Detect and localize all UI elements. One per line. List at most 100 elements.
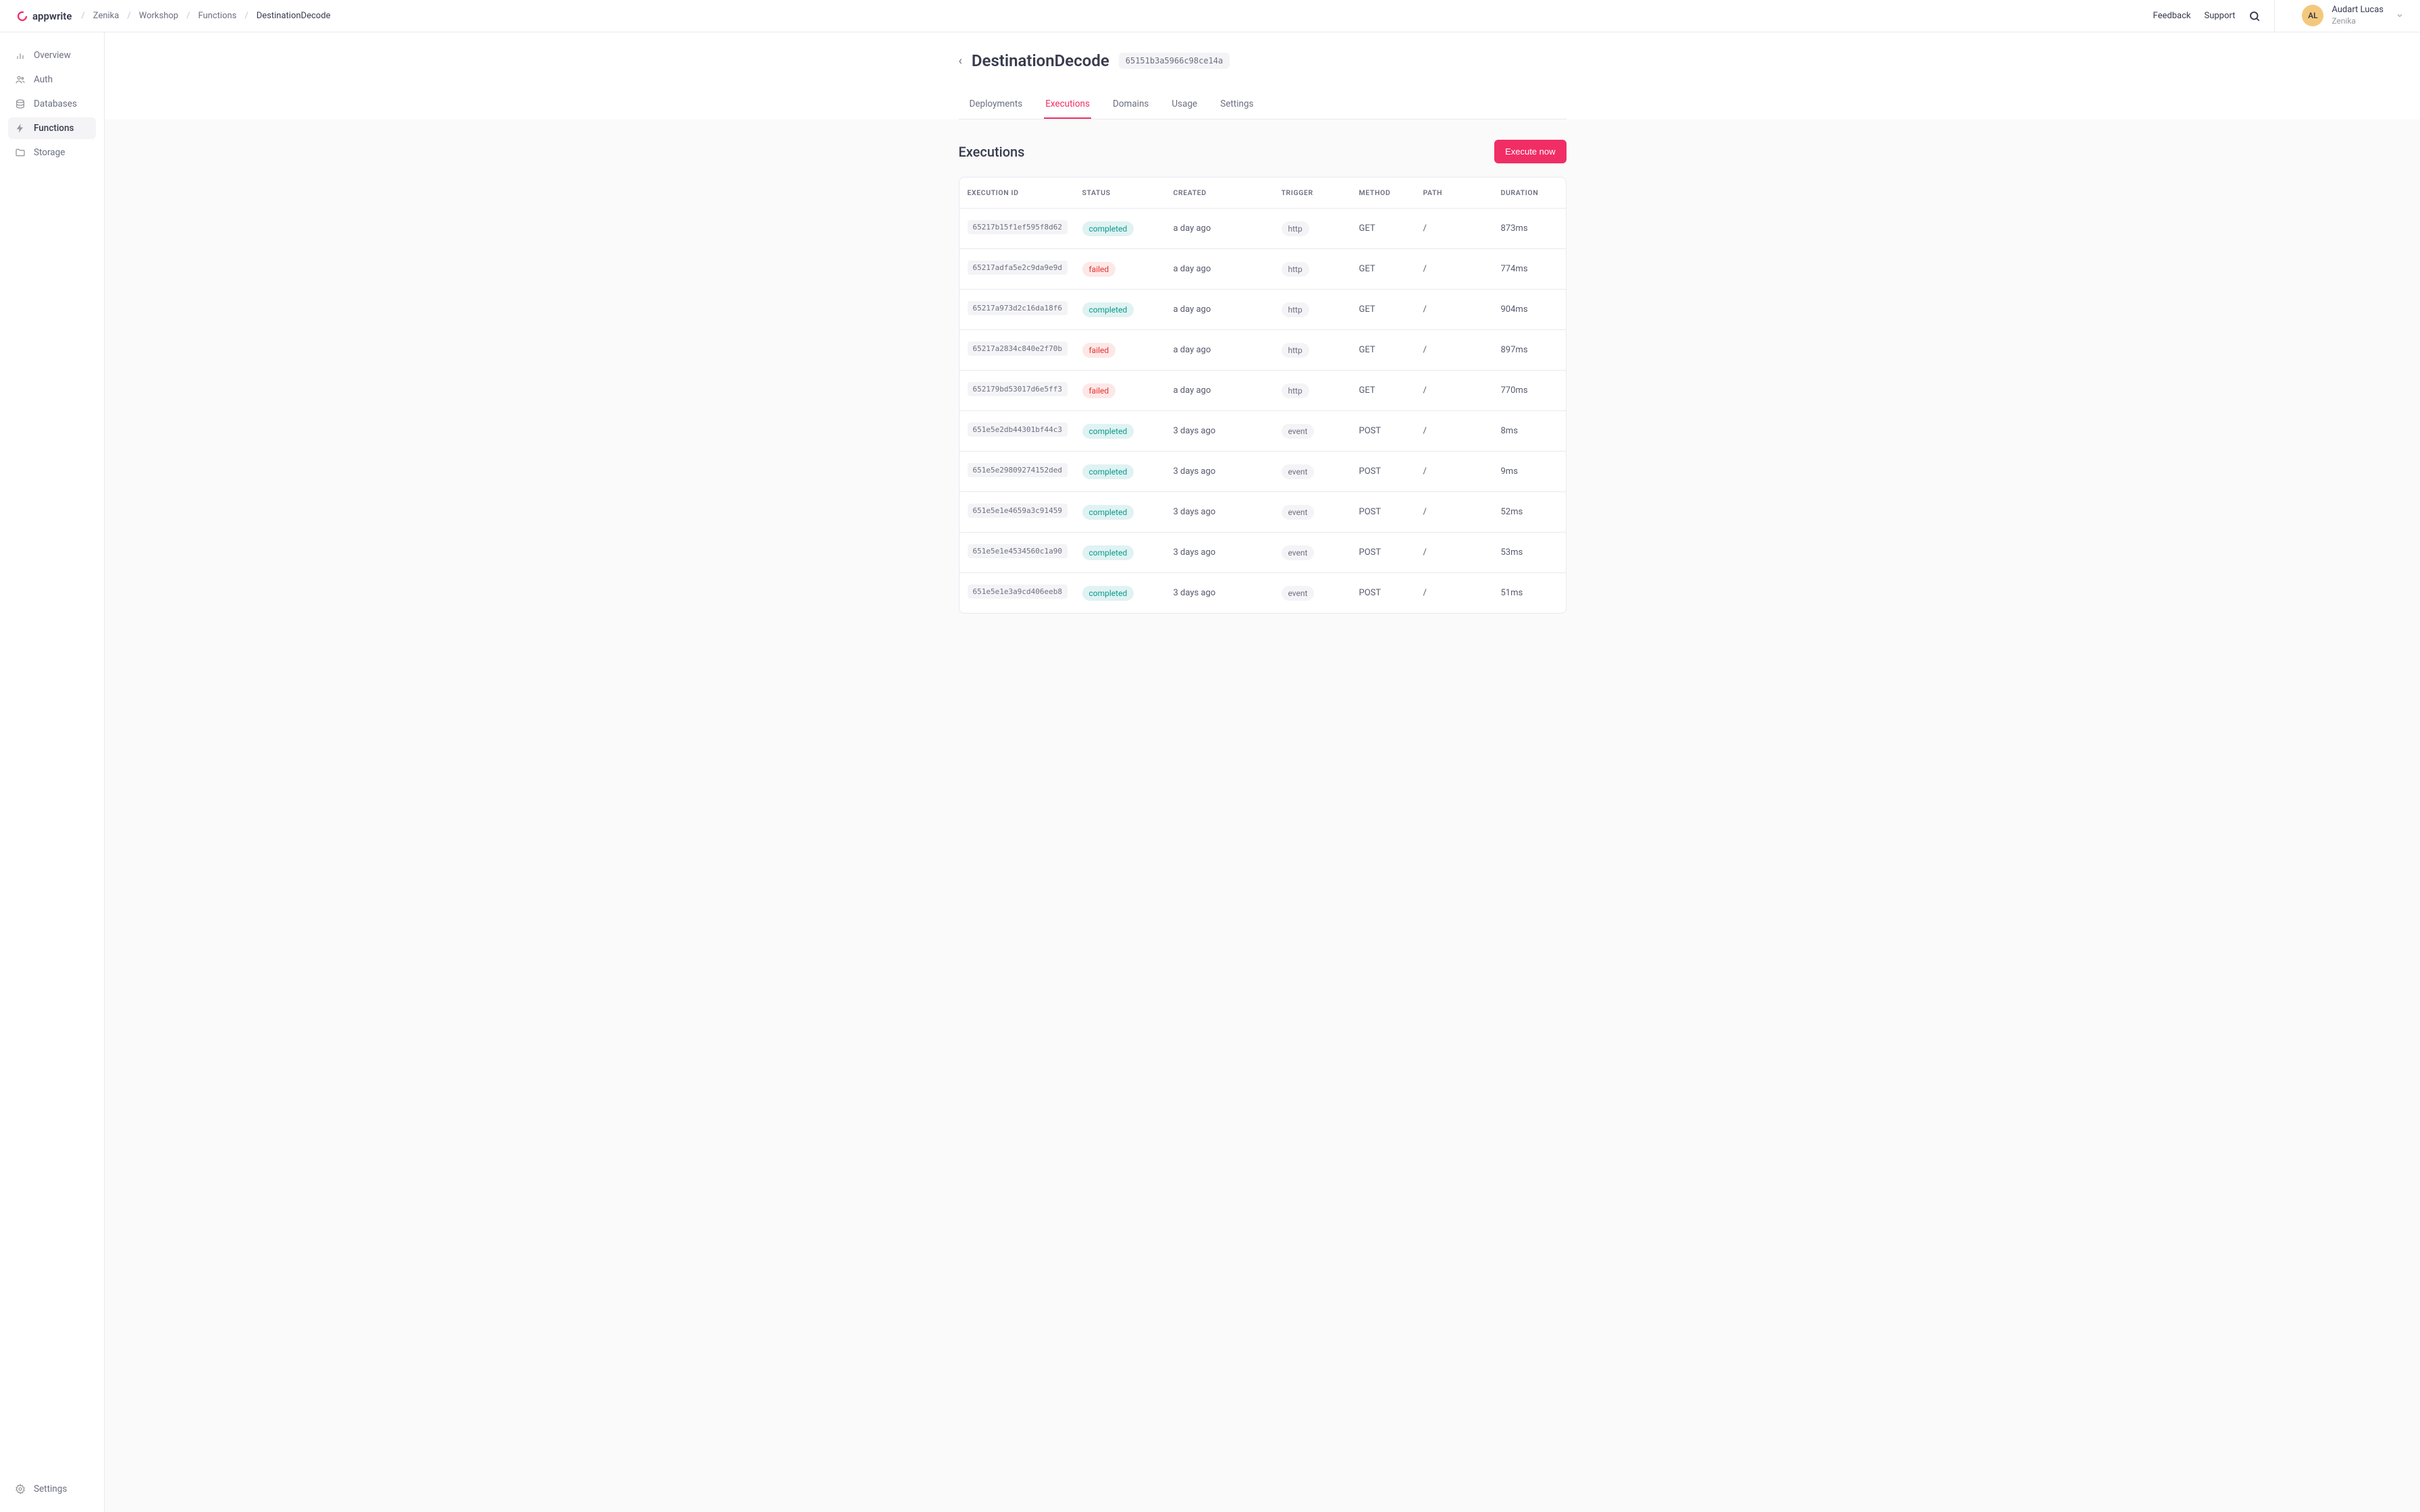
support-link[interactable]: Support: [2204, 11, 2235, 21]
table-row[interactable]: 651e5e29809274152dedcompleted3 days agoe…: [959, 452, 1566, 492]
table-row[interactable]: 651e5e2db44301bf44c3completed3 days agoe…: [959, 411, 1566, 452]
layout: Overview Auth Databases Functions Storage Se…: [0, 32, 2420, 1512]
lightning-icon: [15, 123, 26, 134]
path-cell: /: [1423, 507, 1501, 517]
tab-settings[interactable]: Settings: [1219, 90, 1255, 119]
breadcrumb-separator: /: [81, 11, 84, 21]
breadcrumb-item-functions[interactable]: Functions: [198, 11, 236, 21]
duration-cell: 774ms: [1501, 264, 1567, 274]
sidebar-item-label: Settings: [34, 1484, 67, 1494]
method-cell: GET: [1359, 345, 1423, 355]
execution-id[interactable]: 65217adfa5e2c9da9e9d: [968, 261, 1068, 275]
back-arrow-icon[interactable]: ‹: [959, 54, 962, 68]
header: appwrite /Zenika/Workshop/Functions/Dest…: [0, 0, 2420, 32]
execution-id[interactable]: 65217b15f1ef595f8d62: [968, 220, 1068, 234]
created-cell: 3 days ago: [1174, 507, 1282, 517]
execution-id[interactable]: 651e5e29809274152ded: [968, 463, 1068, 477]
status-badge: failed: [1082, 383, 1116, 398]
sidebar-item-label: Functions: [34, 123, 74, 134]
execution-id[interactable]: 651e5e1e3a9cd406eeb8: [968, 585, 1068, 599]
trigger-badge: http: [1282, 383, 1309, 398]
method-cell: POST: [1359, 547, 1423, 558]
breadcrumb-item-destinationdecode[interactable]: DestinationDecode: [257, 11, 331, 21]
execution-id[interactable]: 652179bd53017d6e5ff3: [968, 382, 1068, 396]
main-content: ‹ DestinationDecode 65151b3a5966c98ce14a…: [105, 32, 2420, 1512]
trigger-badge: http: [1282, 221, 1309, 236]
path-cell: /: [1423, 304, 1501, 315]
sidebar-item-databases[interactable]: Databases: [8, 93, 96, 115]
users-icon: [15, 74, 26, 85]
created-cell: a day ago: [1174, 304, 1282, 315]
status-badge: completed: [1082, 464, 1134, 479]
tab-deployments[interactable]: Deployments: [968, 90, 1024, 119]
function-id-badge[interactable]: 65151b3a5966c98ce14a: [1119, 53, 1230, 69]
table-row[interactable]: 65217a973d2c16da18f6completeda day agoht…: [959, 290, 1566, 330]
table-row[interactable]: 651e5e1e4659a3c91459completed3 days agoe…: [959, 492, 1566, 533]
content: Executions Execute now EXECUTION IDSTATU…: [959, 119, 1567, 634]
execution-id[interactable]: 651e5e1e4659a3c91459: [968, 504, 1068, 518]
search-icon[interactable]: [2248, 10, 2261, 22]
method-cell: GET: [1359, 385, 1423, 396]
tab-domains[interactable]: Domains: [1111, 90, 1150, 119]
logo[interactable]: appwrite: [16, 10, 72, 22]
trigger-badge: event: [1282, 464, 1315, 479]
table-row[interactable]: 651e5e1e4534560c1a90completed3 days agoe…: [959, 533, 1566, 573]
execution-id[interactable]: 65217a2834c840e2f70b: [968, 342, 1068, 356]
breadcrumb-item-workshop[interactable]: Workshop: [139, 11, 178, 21]
sidebar-item-functions[interactable]: Functions: [8, 117, 96, 139]
page-title: DestinationDecode: [972, 51, 1109, 70]
execution-id[interactable]: 65217a973d2c16da18f6: [968, 301, 1068, 315]
sidebar-items: Overview Auth Databases Functions Storage: [8, 45, 96, 1478]
page-title-row: ‹ DestinationDecode 65151b3a5966c98ce14a: [959, 51, 1567, 70]
trigger-badge: event: [1282, 586, 1315, 601]
user-name: Audart Lucas: [2332, 5, 2384, 16]
created-cell: 3 days ago: [1174, 547, 1282, 558]
tab-executions[interactable]: Executions: [1044, 90, 1091, 119]
column-header-duration: DURATION: [1501, 188, 1567, 197]
table-row[interactable]: 65217b15f1ef595f8d62completeda day agoht…: [959, 209, 1566, 249]
column-header-execution-id: EXECUTION ID: [968, 188, 1082, 197]
sidebar-item-storage[interactable]: Storage: [8, 142, 96, 163]
breadcrumb-separator: /: [244, 11, 248, 21]
execute-now-button[interactable]: Execute now: [1494, 140, 1566, 163]
tabs: Deployments Executions Domains Usage Setting…: [959, 90, 1567, 119]
execution-id[interactable]: 651e5e2db44301bf44c3: [968, 423, 1068, 437]
user-org: Zenika: [2332, 16, 2384, 27]
trigger-badge: http: [1282, 343, 1309, 358]
trigger-badge: http: [1282, 262, 1309, 277]
user-menu[interactable]: AL Audart Lucas Zenika: [2288, 5, 2404, 26]
logo-text: appwrite: [32, 10, 72, 22]
tab-usage[interactable]: Usage: [1170, 90, 1199, 119]
duration-cell: 9ms: [1501, 466, 1567, 477]
column-header-trigger: TRIGGER: [1282, 188, 1359, 197]
executions-table: EXECUTION IDSTATUSCREATEDTRIGGERMETHODPA…: [959, 177, 1567, 614]
feedback-link[interactable]: Feedback: [2153, 11, 2191, 21]
status-badge: completed: [1082, 302, 1134, 317]
sidebar-item-overview[interactable]: Overview: [8, 45, 96, 66]
table-row[interactable]: 652179bd53017d6e5ff3faileda day agohttpG…: [959, 371, 1566, 411]
method-cell: POST: [1359, 588, 1423, 598]
chevron-down-icon: [2396, 11, 2404, 20]
table-row[interactable]: 651e5e1e3a9cd406eeb8completed3 days agoe…: [959, 573, 1566, 613]
sidebar-bottom: Settings: [8, 1478, 96, 1500]
duration-cell: 52ms: [1501, 507, 1567, 517]
table-row[interactable]: 65217a2834c840e2f70bfaileda day agohttpG…: [959, 330, 1566, 371]
breadcrumb-item-zenika[interactable]: Zenika: [93, 11, 120, 21]
table-row[interactable]: 65217adfa5e2c9da9e9dfaileda day agohttpG…: [959, 249, 1566, 290]
sidebar-item-label: Databases: [34, 99, 77, 109]
sidebar-item-settings[interactable]: Settings: [8, 1478, 96, 1500]
duration-cell: 904ms: [1501, 304, 1567, 315]
sidebar-item-auth[interactable]: Auth: [8, 69, 96, 90]
created-cell: 3 days ago: [1174, 588, 1282, 598]
column-header-status: STATUS: [1082, 188, 1174, 197]
path-cell: /: [1423, 345, 1501, 355]
section-title: Executions: [959, 144, 1025, 160]
column-header-method: METHOD: [1359, 188, 1423, 197]
method-cell: POST: [1359, 507, 1423, 517]
sidebar: Overview Auth Databases Functions Storage Se…: [0, 32, 105, 1512]
method-cell: GET: [1359, 264, 1423, 274]
trigger-badge: event: [1282, 424, 1315, 439]
execution-id[interactable]: 651e5e1e4534560c1a90: [968, 544, 1068, 558]
column-header-created: CREATED: [1174, 188, 1282, 197]
created-cell: a day ago: [1174, 223, 1282, 234]
